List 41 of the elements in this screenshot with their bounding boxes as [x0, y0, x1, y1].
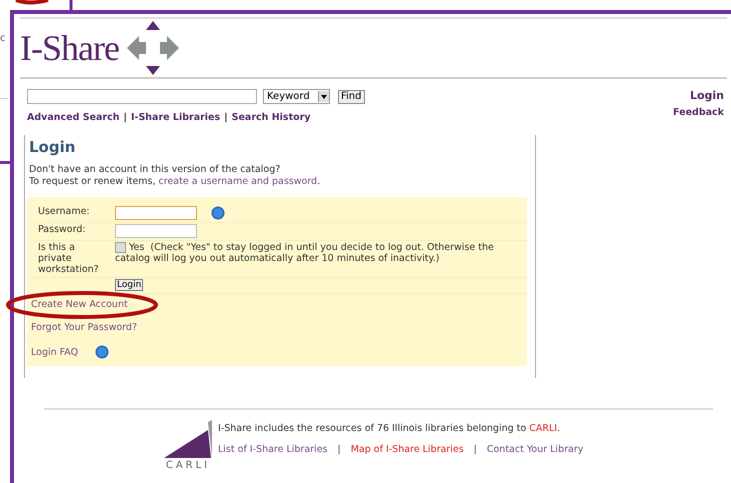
carli-logo-icon	[164, 420, 212, 460]
separator: |	[123, 112, 127, 123]
help-icon[interactable]	[211, 206, 225, 220]
search-field[interactable]	[27, 89, 257, 104]
separator: |	[224, 112, 228, 123]
logo-text: I-Share	[20, 27, 119, 69]
login-link[interactable]: Login	[690, 89, 724, 102]
carli-link[interactable]: CARLI	[529, 423, 558, 434]
request-text: To request or renew items, create a username and password.	[29, 176, 322, 188]
login-button[interactable]: Login	[115, 279, 144, 292]
password-label: Password:	[37, 224, 87, 236]
checkbox[interactable]	[115, 242, 126, 254]
nav-link[interactable]: I-Share Libraries	[130, 112, 220, 123]
page-title: Login	[29, 138, 76, 156]
form-link[interactable]: Create New Account	[31, 299, 128, 310]
form-link[interactable]: Forgot Your Password?	[31, 322, 137, 334]
username-label: Username:	[37, 206, 91, 217]
private-note: Yes (Check "Yes" to stay logged in until you decide to log out. Otherwise the catalog will log you out automatically after 10 minutes of inactivity.)	[115, 242, 495, 264]
nav-link[interactable]: Search History	[232, 112, 311, 123]
separator: |	[472, 444, 478, 455]
help-icon[interactable]	[95, 345, 110, 360]
caret-icon	[321, 94, 327, 98]
background-text-fragment: c	[0, 33, 6, 44]
nav-link[interactable]: Advanced Search	[27, 112, 120, 123]
footer-link[interactable]: Contact Your Library	[486, 444, 584, 455]
feedback-link[interactable]: Feedback	[673, 107, 724, 118]
separator: |	[336, 444, 342, 455]
footer-link[interactable]: List of I-Share Libraries	[218, 444, 328, 455]
arrows-logo-icon	[124, 20, 181, 76]
carli-logo-text: CARLI	[166, 460, 210, 471]
create-account-link[interactable]: create a username and password	[158, 176, 318, 187]
search-scope-dropdown[interactable]: Keyword	[263, 89, 330, 104]
footer-link[interactable]: Map of I-Share Libraries	[350, 444, 464, 455]
annotation-arc	[15, 0, 48, 4]
username-field[interactable]	[115, 206, 197, 220]
find-button[interactable]: Find	[338, 90, 364, 104]
footer-text: I-Share includes the resources of 76 Illinois libraries belonging to CARLI.	[218, 423, 562, 434]
intro-text: Don't have an account in this version of the catalog?	[29, 164, 282, 176]
form-link[interactable]: Login FAQ	[31, 345, 110, 360]
private-workstation-label: Is this a private workstation?	[37, 242, 98, 276]
password-field[interactable]	[115, 224, 197, 238]
